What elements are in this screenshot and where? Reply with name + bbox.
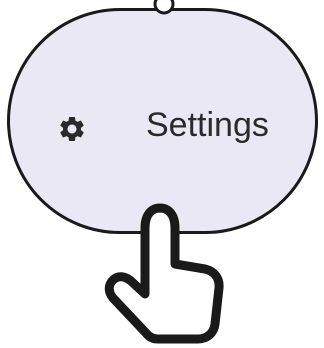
settings-label: Settings	[146, 106, 269, 144]
gear-icon	[60, 117, 84, 141]
tutorial-illustration: Settings	[0, 0, 324, 348]
anchor-dot-icon	[153, 0, 175, 15]
hand-pointer-icon	[104, 203, 224, 344]
